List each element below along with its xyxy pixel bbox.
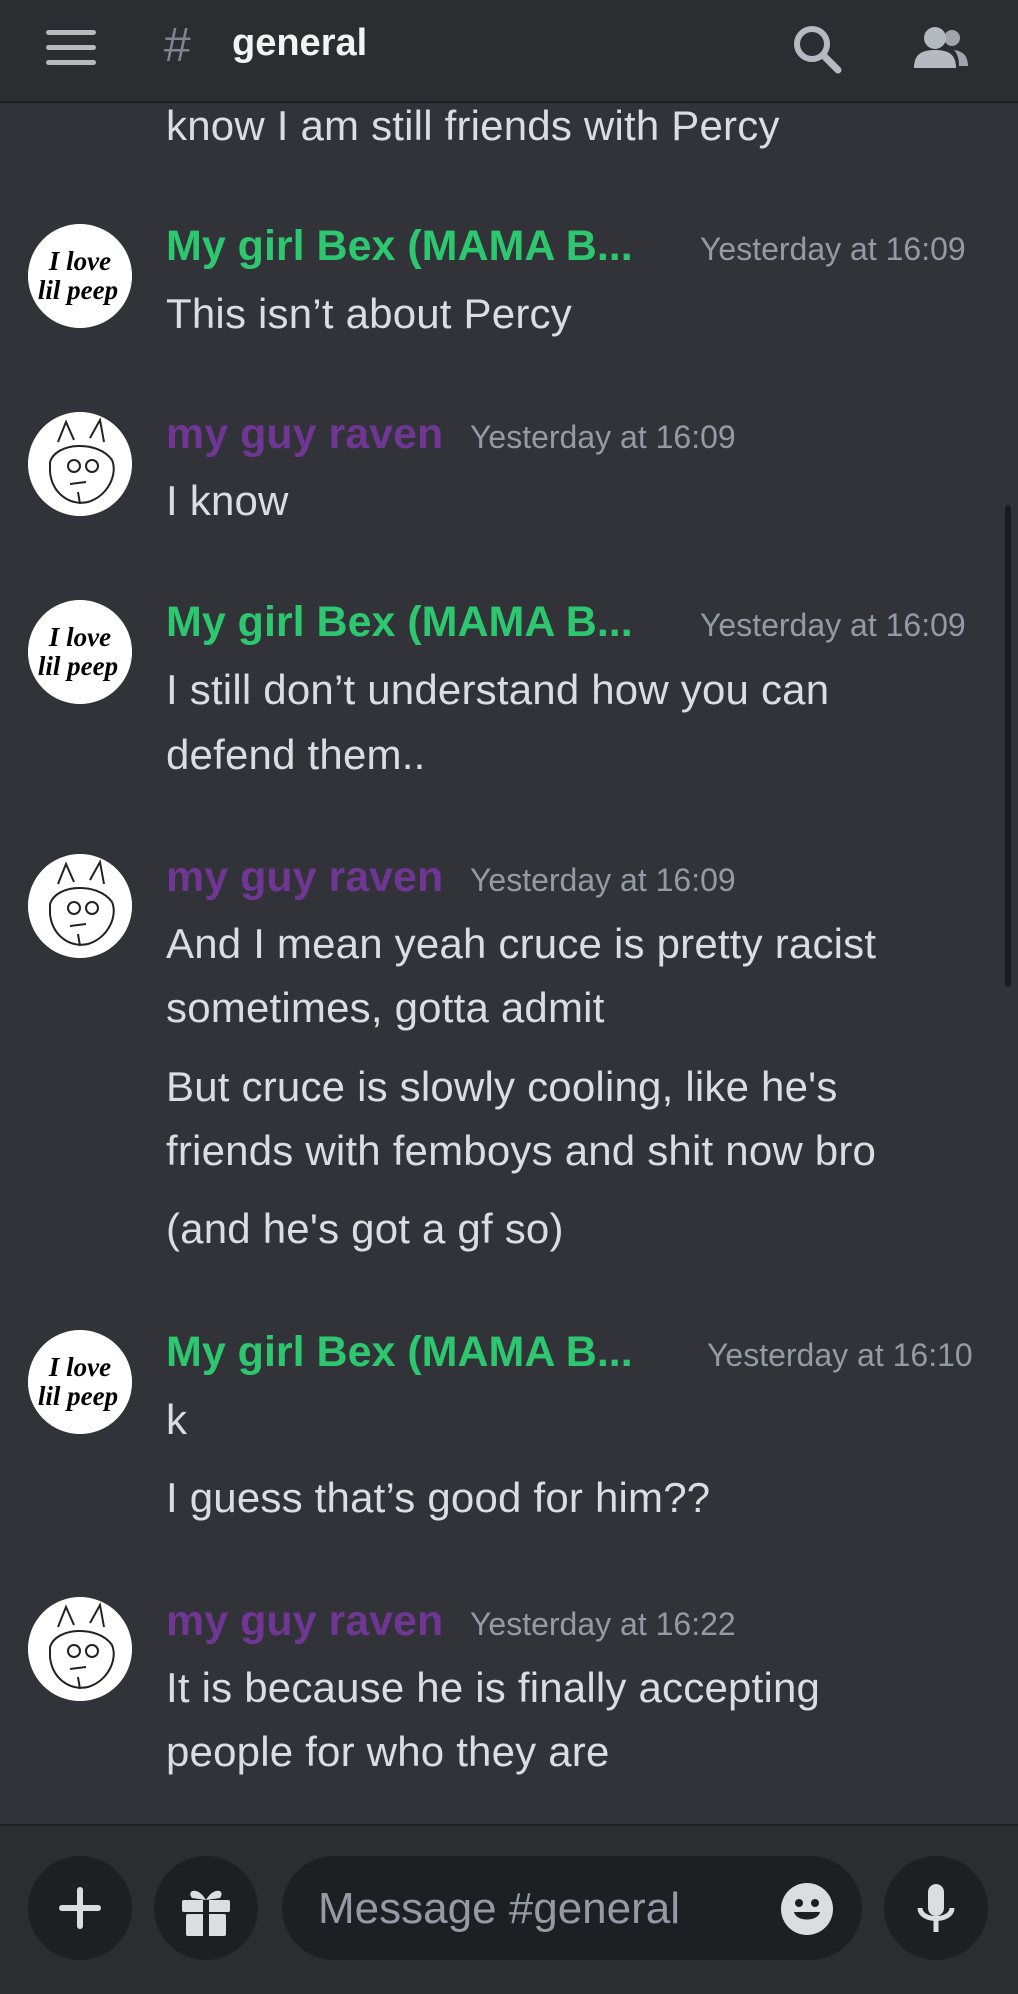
message-author[interactable]: My girl Bex (MAMA B... (166, 222, 633, 271)
gift-button[interactable] (154, 1856, 258, 1960)
avatar-image (28, 412, 132, 516)
message-text: I still don’t understand how you can (166, 666, 830, 713)
channel-header: # general (0, 0, 1018, 103)
svg-text:I love: I love (48, 246, 111, 276)
svg-text:lil peep: lil peep (38, 1381, 118, 1411)
message-timestamp: Yesterday at 16:09 (700, 231, 966, 267)
message-timestamp: Yesterday at 16:09 (470, 862, 736, 898)
message-input[interactable]: Message #general (282, 1856, 862, 1960)
message-author[interactable]: my guy raven (166, 1597, 443, 1646)
channel-title[interactable]: general (232, 22, 367, 65)
message-timestamp: Yesterday at 16:09 (470, 419, 736, 455)
avatar[interactable]: I love lil peep (28, 1330, 132, 1434)
message-placeholder: Message #general (318, 1884, 681, 1933)
svg-text:I love: I love (48, 622, 111, 652)
hamburger-menu-icon[interactable] (46, 30, 96, 70)
svg-text:lil peep: lil peep (38, 275, 118, 305)
message-text: friends with femboys and shit now bro (166, 1127, 877, 1174)
message-text: It is because he is finally accepting (166, 1664, 821, 1711)
message-author[interactable]: my guy raven (166, 410, 443, 459)
message-text: know I am still friends with Percy (166, 102, 780, 149)
plus-icon (59, 1887, 101, 1929)
avatar-image (28, 1597, 132, 1701)
avatar-image: I love lil peep (28, 600, 132, 704)
message-text: (and he's got a gf so) (166, 1205, 564, 1252)
message-text: sometimes, gotta admit (166, 984, 605, 1031)
svg-text:I love: I love (48, 1352, 111, 1382)
message-author[interactable]: my guy raven (166, 853, 443, 902)
avatar[interactable]: I love lil peep (28, 224, 132, 328)
avatar[interactable] (28, 412, 132, 516)
message-composer: Message #general (0, 1824, 1018, 1994)
avatar[interactable] (28, 1597, 132, 1701)
message-text: But cruce is slowly cooling, like he's (166, 1063, 838, 1110)
message-text: defend them.. (166, 731, 426, 778)
channel-hash-icon: # (164, 19, 191, 72)
message-timestamp: Yesterday at 16:10 (707, 1337, 973, 1373)
message-author[interactable]: My girl Bex (MAMA B... (166, 598, 633, 647)
avatar-image: I love lil peep (28, 224, 132, 328)
voice-message-button[interactable] (884, 1856, 988, 1960)
message-text: I guess that’s good for him?? (166, 1474, 711, 1521)
gift-icon (182, 1890, 230, 1936)
avatar-image: I love lil peep (28, 1330, 132, 1434)
avatar[interactable] (28, 854, 132, 958)
microphone-icon (917, 1884, 955, 1932)
message-text: I know (166, 477, 289, 524)
search-icon[interactable] (788, 20, 848, 80)
avatar-image (28, 854, 132, 958)
message-text: And I mean yeah cruce is pretty racist (166, 920, 877, 967)
avatar[interactable]: I love lil peep (28, 600, 132, 704)
message-timestamp: Yesterday at 16:22 (470, 1606, 736, 1642)
add-attachment-button[interactable] (28, 1856, 132, 1960)
message-text: This isn’t about Percy (166, 290, 572, 337)
members-icon[interactable] (908, 18, 972, 82)
svg-text:lil peep: lil peep (38, 651, 118, 681)
emoji-icon[interactable] (780, 1882, 834, 1936)
message-author[interactable]: My girl Bex (MAMA B... (166, 1328, 633, 1377)
message-text: people for who they are (166, 1728, 610, 1775)
message-text: k (166, 1396, 188, 1443)
scrollbar[interactable] (1005, 505, 1011, 987)
message-timestamp: Yesterday at 16:09 (700, 607, 966, 643)
